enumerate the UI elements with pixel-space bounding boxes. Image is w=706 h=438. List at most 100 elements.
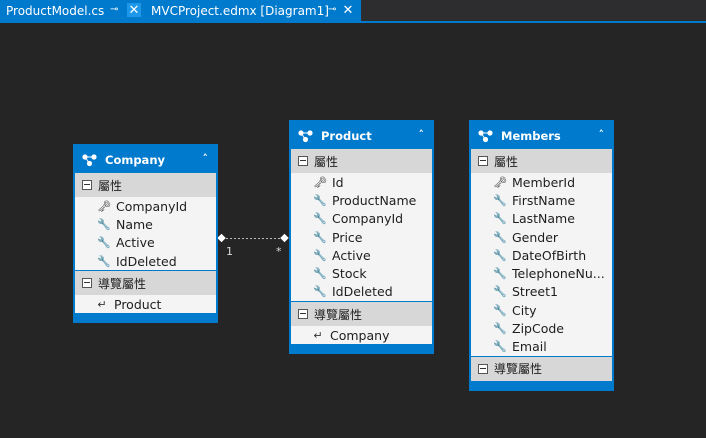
section-label: 導覽屬性 <box>314 307 363 322</box>
property-name: Email <box>512 339 547 355</box>
wrench-icon: 🔧 <box>493 285 507 299</box>
wrench-icon: 🔧 <box>493 212 507 226</box>
wrench-icon: 🔧 <box>493 303 507 317</box>
property-row[interactable]: 🗝 Id <box>291 173 432 192</box>
entity-footer <box>291 344 432 353</box>
entity-header[interactable]: Product ˄ <box>291 122 432 149</box>
collapse-box-icon[interactable] <box>298 309 308 320</box>
property-row[interactable]: 🔧 Email <box>471 337 612 356</box>
navigation-property-name: Product <box>114 296 162 312</box>
property-name: Id <box>332 174 344 190</box>
property-row[interactable]: 🔧 ZipCode <box>471 319 612 338</box>
key-icon: 🗝 <box>97 199 111 213</box>
entity-title: Product <box>321 128 372 143</box>
wrench-icon: 🔧 <box>97 254 111 268</box>
property-name: Street1 <box>512 284 558 300</box>
property-name: CompanyId <box>116 198 188 214</box>
property-row[interactable]: 🔧 LastName <box>471 209 612 228</box>
property-name: Price <box>332 229 363 245</box>
close-icon[interactable]: ✕ <box>127 3 141 18</box>
entity-icon <box>477 129 495 143</box>
chevron-up-icon[interactable]: ˄ <box>599 128 605 141</box>
entity-header[interactable]: Company ˄ <box>75 146 216 173</box>
properties-section-header[interactable]: 屬性 <box>291 149 432 173</box>
property-row[interactable]: 🔧 IdDeleted <box>75 251 216 271</box>
navigation-property-name: Company <box>330 327 390 343</box>
collapse-box-icon[interactable] <box>82 180 92 190</box>
collapse-box-icon[interactable] <box>478 156 488 166</box>
property-name: LastName <box>512 211 575 227</box>
property-row[interactable]: 🔧 City <box>471 301 612 320</box>
navigation-property-icon: ↵ <box>313 328 323 342</box>
wrench-icon: 🔧 <box>313 230 327 244</box>
wrench-icon: 🔧 <box>313 212 327 226</box>
property-row[interactable]: 🔧 Stock <box>291 264 432 283</box>
property-row[interactable]: 🔧 TelephoneNu... <box>471 264 612 283</box>
navigation-property-row[interactable]: ↵ Product <box>75 295 216 314</box>
wrench-icon: 🔧 <box>493 340 507 354</box>
chevron-up-icon[interactable]: ˄ <box>203 152 209 165</box>
property-name: DateOfBirth <box>512 247 587 263</box>
wrench-icon: 🔧 <box>313 285 327 299</box>
entity-footer <box>75 313 216 322</box>
collapse-box-icon[interactable] <box>478 363 488 374</box>
wrench-icon: 🔧 <box>493 248 507 262</box>
collapse-box-icon[interactable] <box>82 278 92 289</box>
property-row[interactable]: 🔧 IdDeleted <box>291 282 432 302</box>
section-label: 屬性 <box>314 154 339 169</box>
property-name: Active <box>116 235 155 251</box>
property-row[interactable]: 🔧 Street1 <box>471 282 612 302</box>
document-tab-bar: ProductModel.cs ⊸ ✕ MVCProject.edmx [Dia… <box>0 0 706 21</box>
entity-header[interactable]: Members ˄ <box>471 122 612 149</box>
property-name: Gender <box>512 229 559 245</box>
property-name: CompanyId <box>332 211 404 227</box>
collapse-box-icon[interactable] <box>298 156 308 166</box>
property-name: IdDeleted <box>116 253 177 269</box>
property-row[interactable]: 🗝 CompanyId <box>75 197 216 216</box>
diagram-canvas[interactable]: 1 * Company ˄ 屬性 🗝 CompanyId 🔧 Name 🔧 Active 🔧 IdD… <box>0 23 706 438</box>
entity-members[interactable]: Members ˄ 屬性 🗝 MemberId 🔧 FirstName 🔧 LastName 🔧 G… <box>469 120 614 391</box>
wrench-icon: 🔧 <box>493 230 507 244</box>
property-row[interactable]: 🔧 Gender <box>471 227 612 247</box>
multiplicity-many: * <box>276 245 282 258</box>
properties-section-header[interactable]: 屬性 <box>471 149 612 173</box>
navigation-section-header[interactable]: 導覽屬性 <box>75 271 216 296</box>
close-icon[interactable]: ✕ <box>341 3 355 18</box>
wrench-icon: 🔧 <box>493 267 507 281</box>
navigation-section-header[interactable]: 導覽屬性 <box>291 302 432 327</box>
property-row[interactable]: 🔧 DateOfBirth <box>471 246 612 265</box>
property-row[interactable]: 🔧 Name <box>75 215 216 234</box>
entity-product[interactable]: Product ˄ 屬性 🗝 Id 🔧 ProductName 🔧 CompanyId 🔧 Pric… <box>289 120 434 355</box>
chevron-up-icon[interactable]: ˄ <box>419 128 425 141</box>
property-name: TelephoneNu... <box>512 266 605 282</box>
wrench-icon: 🔧 <box>97 217 111 231</box>
property-name: MemberId <box>512 174 576 190</box>
property-name: IdDeleted <box>332 284 393 300</box>
wrench-icon: 🔧 <box>97 236 111 250</box>
properties-section-header[interactable]: 屬性 <box>75 173 216 197</box>
tab-label: MVCProject.edmx [Diagram1] <box>151 3 329 18</box>
section-label: 屬性 <box>494 154 519 169</box>
property-name: FirstName <box>512 192 576 208</box>
property-row[interactable]: 🗝 MemberId <box>471 173 612 192</box>
navigation-property-row[interactable]: ↵ Company <box>291 326 432 345</box>
property-row[interactable]: 🔧 Price <box>291 227 432 247</box>
property-row[interactable]: 🔧 CompanyId <box>291 209 432 228</box>
wrench-icon: 🔧 <box>313 193 327 207</box>
tab-mvc-project-diagram[interactable]: MVCProject.edmx [Diagram1] ⊸ ✕ <box>145 0 361 21</box>
property-row[interactable]: 🔧 FirstName <box>471 191 612 210</box>
multiplicity-one: 1 <box>226 245 233 258</box>
entity-company[interactable]: Company ˄ 屬性 🗝 CompanyId 🔧 Name 🔧 Active 🔧 IdDelet… <box>73 144 218 324</box>
tab-product-model[interactable]: ProductModel.cs ⊸ ✕ <box>0 0 145 21</box>
property-name: Name <box>116 216 153 232</box>
wrench-icon: 🔧 <box>313 267 327 281</box>
navigation-section-header[interactable]: 導覽屬性 <box>471 356 612 381</box>
property-row[interactable]: 🔧 Active <box>291 246 432 265</box>
pin-icon[interactable]: ⊸ <box>328 4 336 15</box>
wrench-icon: 🔧 <box>493 193 507 207</box>
property-row[interactable]: 🔧 Active <box>75 233 216 252</box>
property-row[interactable]: 🔧 ProductName <box>291 191 432 210</box>
pin-icon[interactable]: ⊸ <box>110 4 118 15</box>
key-icon: 🗝 <box>313 175 327 189</box>
key-icon: 🗝 <box>493 175 507 189</box>
